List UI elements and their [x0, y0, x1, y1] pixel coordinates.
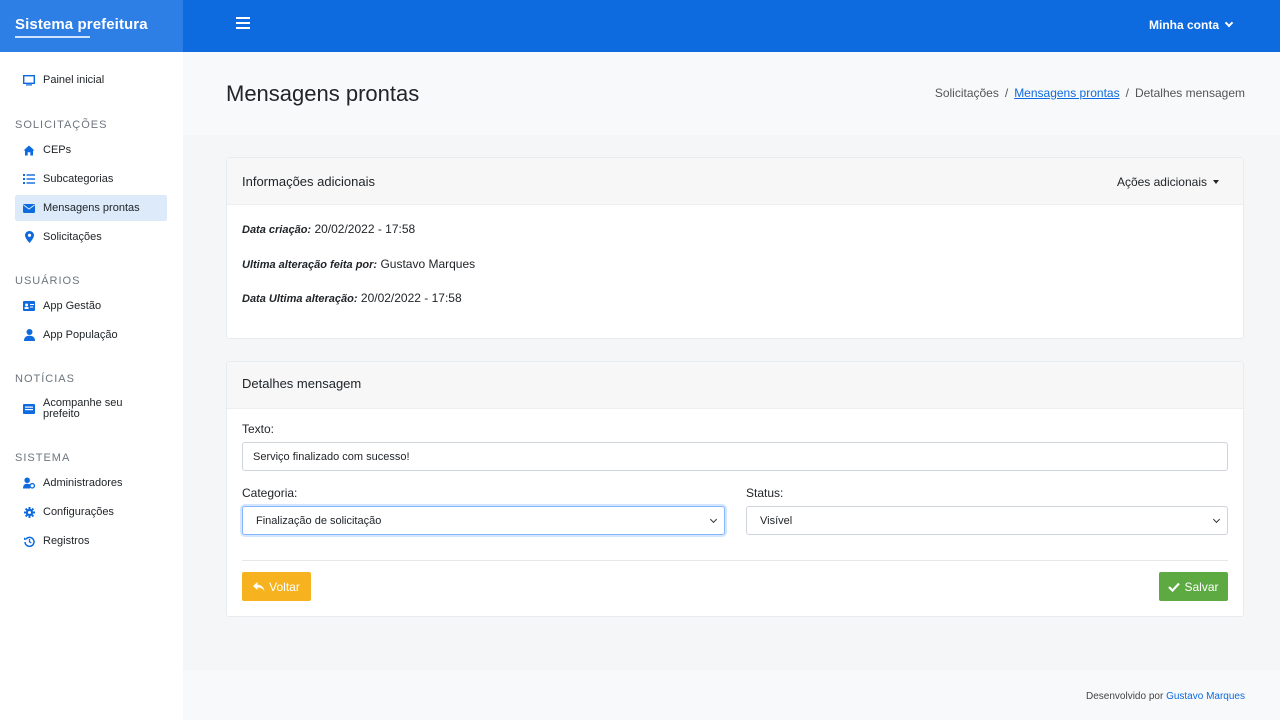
- breadcrumb-current: Detalhes mensagem: [1134, 86, 1245, 100]
- section-title-usuarios: USUÁRIOS: [15, 275, 81, 287]
- details-card-title: Detalhes mensagem: [242, 376, 362, 391]
- section-title-sistema: SISTEMA: [15, 452, 71, 464]
- details-card: Detalhes mensagem Texto: Serviço finaliz…: [226, 361, 1244, 617]
- text-input[interactable]: Serviço finalizado com sucesso!: [242, 442, 1228, 471]
- sidebar-item-app-gestao[interactable]: App Gestão: [15, 293, 167, 319]
- sidebar-item-label: Registros: [43, 535, 90, 547]
- top-navbar: Sistema prefeitura Minha conta: [0, 0, 1280, 52]
- breadcrumb-separator: /: [1125, 86, 1129, 100]
- breadcrumb-link[interactable]: Mensagens prontas: [1014, 86, 1119, 100]
- sidebar-item-registros[interactable]: Registros: [15, 528, 167, 554]
- sidebar-item-label: Administradores: [43, 477, 123, 489]
- info-created-value: 20/02/2022 - 17:58: [314, 222, 416, 236]
- save-button[interactable]: Salvar: [1159, 572, 1228, 601]
- footer-text: Desenvolvido por Gustavo Marques: [1086, 691, 1245, 702]
- sidebar-item-label: App População: [43, 329, 118, 341]
- chevron-down-icon: [1212, 515, 1221, 524]
- account-label: Minha conta: [1148, 18, 1219, 32]
- check-icon: [1168, 582, 1181, 592]
- back-button-label: Voltar: [269, 579, 300, 594]
- info-last-by-label: Ultima alteração feita por:: [242, 259, 378, 271]
- gear-icon: [23, 506, 35, 518]
- page-title: Mensagens prontas: [226, 81, 420, 106]
- sidebar-item-label: Subcategorias: [43, 173, 114, 185]
- caret-down-icon: [1213, 180, 1219, 184]
- map-marker-icon: [23, 231, 35, 243]
- footer-author-link[interactable]: Gustavo Marques: [1166, 691, 1245, 702]
- footer: Desenvolvido por Gustavo Marques: [183, 670, 1280, 720]
- save-button-label: Salvar: [1184, 579, 1219, 594]
- sidebar: Painel inicial SOLICITAÇÕES CEPs Subcate…: [0, 52, 183, 720]
- sidebar-item-label: Solicitações: [43, 231, 102, 243]
- sidebar-item-ceps[interactable]: CEPs: [15, 137, 167, 163]
- info-last-by: Ultima alteração feita por: Gustavo Marq…: [242, 257, 475, 271]
- info-last-by-value: Gustavo Marques: [380, 257, 476, 271]
- category-select[interactable]: Finalização de solicitação: [242, 506, 725, 535]
- account-menu[interactable]: Minha conta: [1148, 18, 1234, 32]
- actions-dropdown[interactable]: Ações adicionais: [1117, 175, 1219, 189]
- details-card-header: Detalhes mensagem: [227, 362, 1243, 409]
- info-last-date: Data Ultima alteração: 20/02/2022 - 17:5…: [242, 291, 462, 305]
- user-icon: [23, 329, 35, 341]
- sidebar-item-subcategorias[interactable]: Subcategorias: [15, 166, 167, 192]
- brand-underline: [15, 36, 90, 38]
- id-card-icon: [23, 300, 35, 312]
- status-select-value: Visível: [760, 514, 793, 527]
- sidebar-item-mensagens-prontas[interactable]: Mensagens prontas: [15, 195, 167, 221]
- brand[interactable]: Sistema prefeitura: [0, 0, 183, 52]
- content-header: Mensagens prontas Solicitações / Mensage…: [183, 52, 1280, 135]
- sidebar-item-label: Painel inicial: [43, 74, 105, 86]
- menu-toggle-icon[interactable]: [236, 17, 250, 31]
- brand-name: Sistema prefeitura: [15, 16, 148, 33]
- chevron-down-icon: [709, 515, 718, 524]
- sidebar-item-label: Configurações: [43, 506, 114, 518]
- sidebar-item-acompanhe-prefeito[interactable]: Acompanhe seu prefeito: [15, 394, 167, 424]
- sidebar-item-label: Mensagens prontas: [43, 202, 140, 214]
- form-divider: [242, 560, 1228, 561]
- back-button[interactable]: Voltar: [242, 572, 311, 601]
- home-icon: [23, 144, 35, 156]
- info-created-label: Data criação:: [242, 224, 312, 236]
- list-icon: [23, 173, 35, 185]
- category-label: Categoria:: [242, 486, 298, 500]
- footer-prefix: Desenvolvido por: [1086, 691, 1164, 702]
- sidebar-item-administradores[interactable]: Administradores: [15, 470, 167, 496]
- info-last-date-label: Data Ultima alteração:: [242, 293, 358, 305]
- user-cog-icon: [23, 477, 35, 489]
- breadcrumb-item: Solicitações: [934, 86, 999, 100]
- chevron-down-icon: [1224, 18, 1234, 28]
- reply-icon: [253, 581, 265, 591]
- newspaper-icon: [23, 403, 35, 415]
- breadcrumb: Solicitações / Mensagens prontas / Detal…: [935, 86, 1245, 100]
- actions-label: Ações adicionais: [1116, 175, 1207, 189]
- sidebar-item-app-populacao[interactable]: App População: [15, 322, 167, 348]
- info-card: Informações adicionais Ações adicionais …: [226, 157, 1244, 339]
- breadcrumb-separator: /: [1004, 86, 1009, 100]
- sidebar-item-label: CEPs: [43, 144, 72, 156]
- info-card-title: Informações adicionais: [242, 174, 375, 189]
- monitor-icon: [23, 74, 35, 86]
- history-icon: [23, 535, 35, 547]
- category-select-value: Finalização de solicitação: [256, 514, 382, 527]
- sidebar-item-home[interactable]: Painel inicial: [15, 67, 167, 93]
- status-label: Status:: [746, 486, 784, 500]
- info-created: Data criação: 20/02/2022 - 17:58: [242, 222, 415, 236]
- sidebar-item-configuracoes[interactable]: Configurações: [15, 499, 167, 525]
- info-last-date-value: 20/02/2022 - 17:58: [360, 291, 462, 305]
- text-label: Texto:: [242, 422, 275, 436]
- info-card-header: Informações adicionais Ações adicionais: [227, 158, 1243, 205]
- section-title-solicitacoes: SOLICITAÇÕES: [15, 119, 108, 131]
- sidebar-item-solicitacoes[interactable]: Solicitações: [15, 224, 167, 250]
- sidebar-item-label: Acompanhe seu prefeito: [43, 397, 123, 420]
- section-title-noticias: NOTÍCIAS: [15, 373, 75, 385]
- sidebar-item-label: App Gestão: [43, 300, 102, 312]
- status-select[interactable]: Visível: [746, 506, 1228, 535]
- envelope-icon: [23, 202, 35, 214]
